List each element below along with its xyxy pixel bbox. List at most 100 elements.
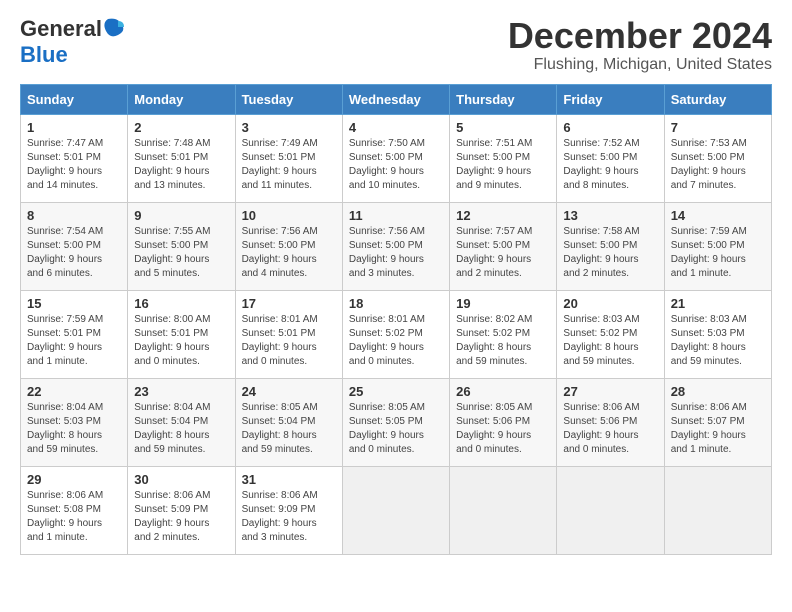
day-info: Sunrise: 7:55 AMSunset: 5:00 PMDaylight:… bbox=[134, 225, 228, 281]
calendar-week-row: 8 Sunrise: 7:54 AMSunset: 5:00 PMDaylight… bbox=[21, 202, 772, 290]
day-info: Sunrise: 8:03 AMSunset: 5:03 PMDaylight:… bbox=[671, 313, 765, 369]
weekday-header: Sunday bbox=[21, 84, 128, 114]
day-number: 20 bbox=[563, 296, 657, 311]
calendar-day-cell: 13Sunrise: 7:58 AMSunset: 5:00 PMDayligh… bbox=[557, 202, 664, 290]
day-info: Sunrise: 8:06 AMSunset: 5:06 PMDaylight:… bbox=[563, 401, 657, 457]
day-number: 31 bbox=[242, 472, 336, 487]
calendar-day-cell: 29 Sunrise: 8:06 AMSunset: 5:08 PMDayligh… bbox=[21, 466, 128, 554]
day-info: Sunrise: 8:05 AMSunset: 5:04 PMDaylight:… bbox=[242, 401, 336, 457]
day-info: Sunrise: 7:54 AMSunset: 5:00 PMDaylight:… bbox=[27, 225, 121, 281]
day-info: Sunrise: 8:05 AMSunset: 5:06 PMDaylight:… bbox=[456, 401, 550, 457]
logo: General Blue bbox=[20, 16, 126, 68]
day-number: 5 bbox=[456, 120, 550, 135]
day-info: Sunrise: 8:06 AMSunset: 5:07 PMDaylight:… bbox=[671, 401, 765, 457]
day-info: Sunrise: 8:01 AMSunset: 5:02 PMDaylight:… bbox=[349, 313, 443, 369]
day-info: Sunrise: 7:59 AMSunset: 5:00 PMDaylight:… bbox=[671, 225, 765, 281]
logo-icon bbox=[104, 17, 126, 37]
page-title: December 2024 bbox=[508, 16, 772, 56]
day-info: Sunrise: 7:52 AMSunset: 5:00 PMDaylight:… bbox=[563, 137, 657, 193]
day-number: 11 bbox=[349, 208, 443, 223]
page-subtitle: Flushing, Michigan, United States bbox=[508, 56, 772, 74]
day-info: Sunrise: 7:49 AMSunset: 5:01 PMDaylight:… bbox=[242, 137, 336, 193]
calendar-day-cell: 18 Sunrise: 8:01 AMSunset: 5:02 PMDayligh… bbox=[342, 290, 449, 378]
calendar-week-row: 15Sunrise: 7:59 AMSunset: 5:01 PMDayligh… bbox=[21, 290, 772, 378]
calendar: SundayMondayTuesdayWednesdayThursdayFrid… bbox=[20, 84, 772, 555]
calendar-day-cell: 15Sunrise: 7:59 AMSunset: 5:01 PMDayligh… bbox=[21, 290, 128, 378]
day-info: Sunrise: 8:03 AMSunset: 5:02 PMDaylight:… bbox=[563, 313, 657, 369]
day-number: 27 bbox=[563, 384, 657, 399]
calendar-day-cell: 5 Sunrise: 7:51 AMSunset: 5:00 PMDaylight… bbox=[450, 114, 557, 202]
logo-blue: Blue bbox=[20, 42, 68, 68]
calendar-day-cell: 28Sunrise: 8:06 AMSunset: 5:07 PMDayligh… bbox=[664, 378, 771, 466]
calendar-day-cell: 30 Sunrise: 8:06 AMSunset: 5:09 PMDayligh… bbox=[128, 466, 235, 554]
day-number: 17 bbox=[242, 296, 336, 311]
day-info: Sunrise: 8:06 AMSunset: 5:09 PMDaylight:… bbox=[134, 489, 228, 545]
day-number: 8 bbox=[27, 208, 121, 223]
day-info: Sunrise: 8:06 AMSunset: 5:08 PMDaylight:… bbox=[27, 489, 121, 545]
day-number: 6 bbox=[563, 120, 657, 135]
day-number: 21 bbox=[671, 296, 765, 311]
day-info: Sunrise: 7:48 AMSunset: 5:01 PMDaylight:… bbox=[134, 137, 228, 193]
day-number: 12 bbox=[456, 208, 550, 223]
day-info: Sunrise: 7:51 AMSunset: 5:00 PMDaylight:… bbox=[456, 137, 550, 193]
calendar-day-cell: 14 Sunrise: 7:59 AMSunset: 5:00 PMDayligh… bbox=[664, 202, 771, 290]
calendar-week-row: 22Sunrise: 8:04 AMSunset: 5:03 PMDayligh… bbox=[21, 378, 772, 466]
day-info: Sunrise: 8:02 AMSunset: 5:02 PMDaylight:… bbox=[456, 313, 550, 369]
calendar-day-cell bbox=[450, 466, 557, 554]
calendar-day-cell: 16 Sunrise: 8:00 AMSunset: 5:01 PMDayligh… bbox=[128, 290, 235, 378]
day-info: Sunrise: 7:50 AMSunset: 5:00 PMDaylight:… bbox=[349, 137, 443, 193]
day-info: Sunrise: 8:00 AMSunset: 5:01 PMDaylight:… bbox=[134, 313, 228, 369]
calendar-day-cell: 4 Sunrise: 7:50 AMSunset: 5:00 PMDaylight… bbox=[342, 114, 449, 202]
weekday-header: Friday bbox=[557, 84, 664, 114]
day-info: Sunrise: 7:57 AMSunset: 5:00 PMDaylight:… bbox=[456, 225, 550, 281]
calendar-day-cell: 11Sunrise: 7:56 AMSunset: 5:00 PMDayligh… bbox=[342, 202, 449, 290]
calendar-day-cell: 2Sunrise: 7:48 AMSunset: 5:01 PMDaylight… bbox=[128, 114, 235, 202]
calendar-day-cell: 27 Sunrise: 8:06 AMSunset: 5:06 PMDayligh… bbox=[557, 378, 664, 466]
day-number: 26 bbox=[456, 384, 550, 399]
day-info: Sunrise: 7:56 AMSunset: 5:00 PMDaylight:… bbox=[242, 225, 336, 281]
calendar-day-cell: 19Sunrise: 8:02 AMSunset: 5:02 PMDayligh… bbox=[450, 290, 557, 378]
day-number: 30 bbox=[134, 472, 228, 487]
header: General Blue December 2024 Flushing, Mic… bbox=[20, 16, 772, 74]
day-number: 15 bbox=[27, 296, 121, 311]
day-number: 4 bbox=[349, 120, 443, 135]
calendar-week-row: 29 Sunrise: 8:06 AMSunset: 5:08 PMDayligh… bbox=[21, 466, 772, 554]
day-info: Sunrise: 7:47 AMSunset: 5:01 PMDaylight:… bbox=[27, 137, 121, 193]
day-number: 16 bbox=[134, 296, 228, 311]
calendar-day-cell: 8 Sunrise: 7:54 AMSunset: 5:00 PMDaylight… bbox=[21, 202, 128, 290]
day-info: Sunrise: 7:58 AMSunset: 5:00 PMDaylight:… bbox=[563, 225, 657, 281]
calendar-day-cell: 23 Sunrise: 8:04 AMSunset: 5:04 PMDayligh… bbox=[128, 378, 235, 466]
calendar-day-cell: 21 Sunrise: 8:03 AMSunset: 5:03 PMDayligh… bbox=[664, 290, 771, 378]
day-info: Sunrise: 8:04 AMSunset: 5:04 PMDaylight:… bbox=[134, 401, 228, 457]
day-number: 18 bbox=[349, 296, 443, 311]
calendar-header-row: SundayMondayTuesdayWednesdayThursdayFrid… bbox=[21, 84, 772, 114]
weekday-header: Wednesday bbox=[342, 84, 449, 114]
calendar-day-cell: 9 Sunrise: 7:55 AMSunset: 5:00 PMDaylight… bbox=[128, 202, 235, 290]
calendar-day-cell: 22Sunrise: 8:04 AMSunset: 5:03 PMDayligh… bbox=[21, 378, 128, 466]
day-number: 25 bbox=[349, 384, 443, 399]
title-area: December 2024 Flushing, Michigan, United… bbox=[508, 16, 772, 74]
weekday-header: Tuesday bbox=[235, 84, 342, 114]
calendar-day-cell: 20 Sunrise: 8:03 AMSunset: 5:02 PMDayligh… bbox=[557, 290, 664, 378]
day-info: Sunrise: 7:53 AMSunset: 5:00 PMDaylight:… bbox=[671, 137, 765, 193]
day-number: 29 bbox=[27, 472, 121, 487]
day-number: 23 bbox=[134, 384, 228, 399]
calendar-day-cell: 25 Sunrise: 8:05 AMSunset: 5:05 PMDayligh… bbox=[342, 378, 449, 466]
calendar-day-cell: 7Sunrise: 7:53 AMSunset: 5:00 PMDaylight… bbox=[664, 114, 771, 202]
day-number: 14 bbox=[671, 208, 765, 223]
day-info: Sunrise: 8:05 AMSunset: 5:05 PMDaylight:… bbox=[349, 401, 443, 457]
day-info: Sunrise: 8:04 AMSunset: 5:03 PMDaylight:… bbox=[27, 401, 121, 457]
weekday-header: Thursday bbox=[450, 84, 557, 114]
day-number: 10 bbox=[242, 208, 336, 223]
day-info: Sunrise: 8:06 AMSunset: 9:09 PMDaylight:… bbox=[242, 489, 336, 545]
calendar-day-cell: 12 Sunrise: 7:57 AMSunset: 5:00 PMDayligh… bbox=[450, 202, 557, 290]
day-number: 24 bbox=[242, 384, 336, 399]
day-number: 1 bbox=[27, 120, 121, 135]
calendar-day-cell: 24 Sunrise: 8:05 AMSunset: 5:04 PMDayligh… bbox=[235, 378, 342, 466]
calendar-day-cell: 31 Sunrise: 8:06 AMSunset: 9:09 PMDayligh… bbox=[235, 466, 342, 554]
calendar-day-cell bbox=[342, 466, 449, 554]
day-number: 9 bbox=[134, 208, 228, 223]
logo-general: General bbox=[20, 16, 102, 42]
calendar-day-cell: 17Sunrise: 8:01 AMSunset: 5:01 PMDayligh… bbox=[235, 290, 342, 378]
day-number: 3 bbox=[242, 120, 336, 135]
